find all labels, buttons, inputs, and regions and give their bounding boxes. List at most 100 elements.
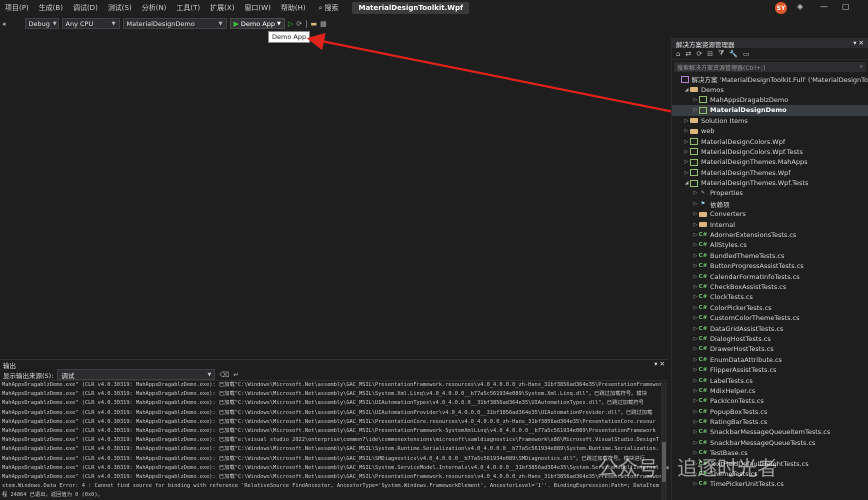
tree-item[interactable]: ▷ C# DrawerHostTests.cs — [672, 344, 868, 354]
menu-item-debug[interactable]: 调试(D) — [68, 3, 103, 13]
minimize-icon[interactable]: — — [820, 2, 828, 11]
collapsed-arrow-icon[interactable]: ▷ — [683, 159, 690, 165]
tree-item-label: Solution Items — [701, 116, 748, 125]
menu-item-tools[interactable]: 工具(T) — [171, 3, 205, 13]
tree-item[interactable]: ▷ C# AllStyles.cs — [672, 240, 868, 250]
tree-item[interactable]: ▷ C# MdixHelper.cs — [672, 386, 868, 396]
tree-item[interactable]: ▷ C# ButtonProgressAssistTests.cs — [672, 261, 868, 271]
word-wrap-icon[interactable]: ↵ — [233, 371, 239, 379]
tree-item[interactable]: ▷ MaterialDesignDemo — [672, 105, 868, 116]
properties-wrench-icon[interactable]: 🔧 — [729, 50, 738, 58]
tree-item[interactable]: ▷ C# CustomColorThemeTests.cs — [672, 313, 868, 323]
tree-item[interactable]: ▷ ⚑ 依赖项 — [672, 199, 868, 209]
tree-item[interactable]: ▷ C# SnackbarMessageQueueTests.cs — [672, 438, 868, 448]
start-without-debugging-icon[interactable]: ▷ — [288, 20, 293, 28]
menu-item-project[interactable]: 项目(P) — [0, 3, 34, 13]
tree-item[interactable]: ▷ C# BundledThemeTests.cs — [672, 251, 868, 261]
tree-item[interactable]: ◢ Demos — [672, 84, 868, 94]
csharp-file-icon: C# — [698, 242, 708, 249]
tree-item[interactable]: ▷ C# EnumDataAttribute.cs — [672, 355, 868, 365]
output-scrollbar[interactable] — [661, 382, 667, 500]
tree-item[interactable]: ▷ C# PopupBoxTests.cs — [672, 407, 868, 417]
menu-item-window[interactable]: 窗口(W) — [239, 3, 275, 13]
collapsed-arrow-icon[interactable]: ▷ — [692, 97, 699, 103]
tree-item[interactable]: ▷ C# RatingBarTests.cs — [672, 417, 868, 427]
tree-item[interactable]: ▷ C# SnackbarMessageQueueItemTests.cs — [672, 427, 868, 437]
tree-item[interactable]: ▷ MaterialDesignThemes.MahApps — [672, 157, 868, 167]
tree-item[interactable]: ▷ C# DialogHostTests.cs — [672, 334, 868, 344]
solution-config-dropdown[interactable]: Debug ▼ — [24, 18, 59, 29]
pin-icon[interactable]: ▾ ✕ — [853, 39, 864, 47]
expanded-arrow-icon[interactable]: ◢ — [683, 180, 690, 186]
collapsed-arrow-icon[interactable]: ▷ — [692, 190, 699, 196]
hot-reload-icon[interactable]: ⟳ — [296, 20, 302, 28]
collapsed-arrow-icon[interactable]: ▷ — [692, 107, 699, 113]
tree-item[interactable]: 解决方案 'MaterialDesignToolkit.Full' ('Mate… — [672, 74, 868, 84]
folder-icon[interactable]: ▬ — [310, 20, 317, 28]
maximize-icon[interactable]: ▢ — [842, 2, 850, 11]
collapsed-arrow-icon[interactable]: ▷ — [683, 118, 690, 124]
tree-item[interactable]: ▷ C# DataGridAssistTests.cs — [672, 323, 868, 333]
platform-dropdown[interactable]: Any CPU ▼ — [61, 18, 120, 29]
collapsed-arrow-icon[interactable]: ▷ — [692, 201, 699, 207]
tree-item-label: SnackbarMessageQueueTests.cs — [710, 438, 816, 447]
tree-item[interactable]: ▷ MaterialDesignColors.Wpf.Tests — [672, 147, 868, 157]
collapsed-arrow-icon[interactable]: ▷ — [683, 149, 690, 155]
tree-item[interactable]: ▷ ✎ Properties — [672, 188, 868, 198]
tree-item-label: TimePickerUnitTests.cs — [710, 480, 784, 489]
sync-icon[interactable]: ⇄ — [685, 50, 691, 58]
refresh-icon[interactable]: ⟳ — [696, 50, 702, 58]
menu-item-test[interactable]: 测试(S) — [103, 3, 137, 13]
tree-item[interactable]: ▷ Solution Items — [672, 116, 868, 126]
startup-project-dropdown[interactable]: MaterialDesignDemo ▼ — [122, 18, 227, 29]
tree-item-label: CustomColorThemeTests.cs — [710, 314, 800, 323]
tree-item[interactable]: ▷ C# PackIconTests.cs — [672, 396, 868, 406]
avatar[interactable]: SY — [775, 2, 787, 14]
tree-item[interactable]: ▷ Internal — [672, 219, 868, 229]
output-panel-controls-icon[interactable]: ▾ ✕ — [654, 360, 665, 369]
search-box[interactable]: ⌕ 搜索 — [319, 3, 339, 13]
menu-item-extensions[interactable]: 扩展(X) — [205, 3, 239, 13]
collapsed-arrow-icon[interactable]: ▷ — [692, 222, 699, 228]
tree-item[interactable]: ▷ MaterialDesignColors.Wpf — [672, 136, 868, 146]
chevron-down-icon: ▼ — [111, 20, 116, 27]
project-icon — [690, 138, 698, 146]
tree-item[interactable]: ▷ web — [672, 126, 868, 136]
tree-item[interactable]: ▷ C# ColorPickerTests.cs — [672, 303, 868, 313]
tree-item[interactable]: ▷ C# FlipperAssistTests.cs — [672, 365, 868, 375]
tree-item-label: ButtonProgressAssistTests.cs — [710, 262, 804, 271]
layout-icon[interactable]: ▦ — [320, 20, 327, 28]
collapsed-arrow-icon[interactable]: ▷ — [692, 211, 699, 217]
start-debugging-button[interactable]: ▶ Demo App ▼ — [229, 18, 285, 29]
menu-item-help[interactable]: 帮助(H) — [276, 3, 311, 13]
solution-explorer-title: 解决方案资源管理器 — [676, 41, 735, 49]
csharp-file-icon: C# — [698, 346, 708, 353]
tree-item[interactable]: ▷ C# AdornerExtensionsTests.cs — [672, 230, 868, 240]
collapsed-arrow-icon[interactable]: ▷ — [683, 170, 690, 176]
tree-item[interactable]: ▷ Converters — [672, 209, 868, 219]
tree-item[interactable]: ▷ C# CheckBoxAssistTests.cs — [672, 282, 868, 292]
menu-item-build[interactable]: 生成(B) — [34, 3, 68, 13]
home-icon[interactable]: ⌂ — [676, 50, 680, 58]
tree-item[interactable]: ▷ MahAppsDragablzDemo — [672, 95, 868, 105]
filter-icon[interactable]: ⧩ — [718, 49, 724, 58]
clear-all-icon[interactable]: ⌫ — [219, 371, 229, 379]
menu-item-analyze[interactable]: 分析(N) — [137, 3, 172, 13]
tree-item[interactable]: ▷ C# CalendarFormatInfoTests.cs — [672, 271, 868, 281]
tree-item[interactable]: ▷ C# LabelTests.cs — [672, 375, 868, 385]
tree-item[interactable]: ▷ C# ClockTests.cs — [672, 292, 868, 302]
back-icon[interactable]: ◂ — [2, 20, 6, 28]
solution-search-input[interactable]: 搜索解决方案资源管理器(Ctrl+;) ⌕ — [674, 62, 866, 72]
collapsed-arrow-icon[interactable]: ▷ — [683, 139, 690, 145]
output-line: MahAppsDragablzDemo.exe" (CLR v4.0.30319… — [2, 437, 659, 444]
tree-item[interactable]: ◢ MaterialDesignThemes.Wpf.Tests — [672, 178, 868, 188]
collapsed-arrow-icon[interactable]: ▷ — [683, 128, 690, 134]
copilot-icon[interactable]: ◈ — [797, 2, 803, 11]
expanded-arrow-icon[interactable]: ◢ — [683, 87, 690, 93]
output-source-dropdown[interactable]: 调试 ▼ — [57, 369, 216, 380]
tree-item-label: CalendarFormatInfoTests.cs — [710, 272, 800, 281]
collapse-all-icon[interactable]: ⊟ — [707, 50, 713, 58]
tree-item[interactable]: ▷ MaterialDesignThemes.Wpf — [672, 168, 868, 178]
tree-item-label: 依赖项 — [710, 200, 730, 209]
preview-icon[interactable]: ▭ — [743, 50, 750, 58]
